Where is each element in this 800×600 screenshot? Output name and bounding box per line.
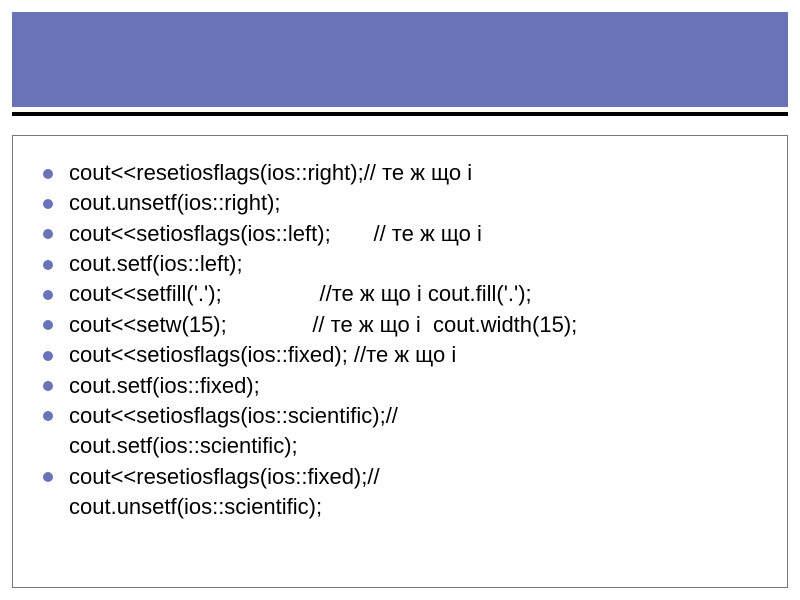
list-item: cout<<resetiosflags(ios::fixed);// cout.… xyxy=(33,462,767,523)
list-item: cout<<setfill('.'); //те ж що і cout.fil… xyxy=(33,279,767,309)
list-item: cout.setf(ios::left); xyxy=(33,249,767,279)
code-line: cout<<setiosflags(ios::fixed); //те ж що… xyxy=(69,342,456,367)
header-rule xyxy=(12,112,788,116)
list-item: cout<<setiosflags(ios::fixed); //те ж що… xyxy=(33,340,767,370)
header-band xyxy=(12,12,788,107)
list-item: cout<<setiosflags(ios::scientific);// co… xyxy=(33,401,767,462)
code-line: cout<<setfill('.'); //те ж що і cout.fil… xyxy=(69,281,532,306)
code-line: cout<<setw(15); // те ж що і cout.width(… xyxy=(69,312,577,337)
bullet-list: cout<<resetiosflags(ios::right);// те ж … xyxy=(33,158,767,522)
list-item: cout.setf(ios::fixed); xyxy=(33,371,767,401)
slide: cout<<resetiosflags(ios::right);// те ж … xyxy=(0,0,800,600)
code-line: cout.unsetf(ios::right); xyxy=(69,190,281,215)
code-line: cout.setf(ios::left); xyxy=(69,251,243,276)
code-line: cout<<setiosflags(ios::left); // те ж що… xyxy=(69,221,482,246)
list-item: cout<<setiosflags(ios::left); // те ж що… xyxy=(33,219,767,249)
content-frame: cout<<resetiosflags(ios::right);// те ж … xyxy=(12,135,788,588)
code-line: cout<<setiosflags(ios::scientific);// co… xyxy=(69,403,398,458)
code-line: cout<<resetiosflags(ios::right);// те ж … xyxy=(69,160,472,185)
code-line: cout.setf(ios::fixed); xyxy=(69,373,260,398)
code-line: cout<<resetiosflags(ios::fixed);// cout.… xyxy=(69,464,380,519)
list-item: cout.unsetf(ios::right); xyxy=(33,188,767,218)
list-item: cout<<setw(15); // те ж що і cout.width(… xyxy=(33,310,767,340)
list-item: cout<<resetiosflags(ios::right);// те ж … xyxy=(33,158,767,188)
